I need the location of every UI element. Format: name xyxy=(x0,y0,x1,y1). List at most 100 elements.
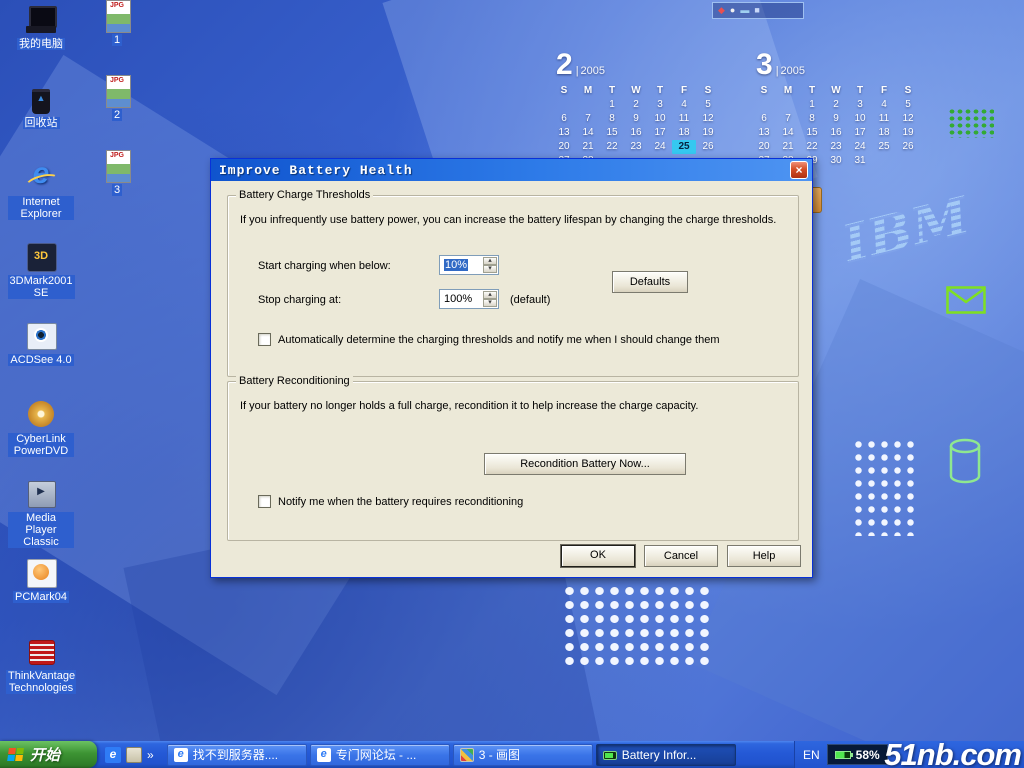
desktop-icon-media-player-classic[interactable]: Media Player Classic xyxy=(8,478,74,557)
auto-determine-checkbox[interactable] xyxy=(258,333,271,346)
show-desktop-icon[interactable] xyxy=(126,747,142,763)
close-icon[interactable]: × xyxy=(790,161,808,179)
desktop-icon-jpg[interactable]: JPG1 xyxy=(88,0,146,75)
desktop-icon-label: ACDSee 4.0 xyxy=(8,354,73,366)
spinner-buttons: ▴ ▾ xyxy=(483,291,497,307)
paint-icon xyxy=(460,748,474,762)
calendar-date: 13 xyxy=(752,126,776,140)
calendar-date: 22 xyxy=(800,140,824,154)
help-button[interactable]: Help xyxy=(727,545,801,567)
taskbar-task-1[interactable]: 找不到服务器.... xyxy=(167,744,307,766)
desktop-icon-recycle-bin[interactable]: 回收站 xyxy=(8,83,74,162)
spin-down-icon[interactable]: ▾ xyxy=(483,299,497,307)
spin-down-icon[interactable]: ▾ xyxy=(483,265,497,273)
jpg-icon: JPG xyxy=(100,75,134,107)
desktop-icon-pcmark[interactable]: PCMark04 xyxy=(8,557,74,636)
defaults-button[interactable]: Defaults xyxy=(612,271,688,293)
task-label: 3 - 画图 xyxy=(479,746,520,763)
calendar-date: 8 xyxy=(800,112,824,126)
calendar-date: 3 xyxy=(648,98,672,112)
taskbar-task-2[interactable]: 专门网论坛 - ... xyxy=(310,744,450,766)
calendar-date: 15 xyxy=(800,126,824,140)
calendar-day-header: T xyxy=(600,84,624,98)
calendar-date: 22 xyxy=(600,140,624,154)
battery-tray-indicator[interactable]: 58% xyxy=(827,744,888,765)
calendar-date: 19 xyxy=(896,126,920,140)
dialog-title: Improve Battery Health xyxy=(219,163,790,178)
jpg-icon: JPG xyxy=(100,150,134,182)
wallpaper-dot-grid xyxy=(562,584,714,670)
calendar-date: 21 xyxy=(776,140,800,154)
thresholds-description: If you infrequently use battery power, y… xyxy=(240,214,792,226)
wallpaper-toolbar-graphic: ◆ ● ▬ ■ xyxy=(712,2,804,19)
calendar-date xyxy=(576,98,600,112)
calendar-date: 3 xyxy=(848,98,872,112)
calendar-date: 17 xyxy=(648,126,672,140)
desktop-icon-label: 3 xyxy=(112,184,122,196)
start-threshold-spinner[interactable]: 10% ▴ ▾ xyxy=(439,255,499,275)
calendar-date: 17 xyxy=(848,126,872,140)
language-indicator[interactable]: EN xyxy=(803,748,820,762)
group-title: Battery Charge Thresholds xyxy=(236,189,373,201)
calendar-date: 1 xyxy=(600,98,624,112)
desktop-icon-3dmark[interactable]: 3DMark2001 SE xyxy=(8,241,74,320)
desktop-icon-label: ThinkVantage Technologies xyxy=(6,670,76,694)
calendar-date: 10 xyxy=(648,112,672,126)
battery-reconditioning-group: Battery Reconditioning If your battery n… xyxy=(227,381,799,541)
powerdvd-icon xyxy=(24,399,58,431)
desktop-icon-internet-explorer[interactable]: Internet Explorer xyxy=(8,162,74,241)
stop-threshold-spinner[interactable]: 100% ▴ ▾ xyxy=(439,289,499,309)
spin-up-icon[interactable]: ▴ xyxy=(483,257,497,265)
start-label: 开始 xyxy=(30,744,60,765)
notify-reconditioning-checkbox[interactable] xyxy=(258,495,271,508)
spin-up-icon[interactable]: ▴ xyxy=(483,291,497,299)
taskbar-task-4[interactable]: Battery Infor... xyxy=(596,744,736,766)
group-title: Battery Reconditioning xyxy=(236,375,353,387)
desktop-icon-jpg[interactable]: JPG2 xyxy=(88,75,146,150)
battery-icon xyxy=(835,751,851,759)
notify-reconditioning-checkbox-row: Notify me when the battery requires reco… xyxy=(258,495,523,508)
desktop-icon-acdsee[interactable]: ACDSee 4.0 xyxy=(8,320,74,399)
calendar-day-header: S xyxy=(752,84,776,98)
square-icon: ■ xyxy=(754,3,759,18)
desktop-icon-thinkvantage[interactable]: ThinkVantage Technologies xyxy=(8,636,74,715)
calendar-day-header: F xyxy=(672,84,696,98)
ibm-logo: IBM xyxy=(837,185,977,275)
quicklaunch-overflow-icon[interactable]: » xyxy=(147,748,154,762)
calendar-date: 9 xyxy=(624,112,648,126)
calendar-date: 30 xyxy=(824,154,848,168)
calendar-date xyxy=(776,98,800,112)
desktop-icon-label: 回收站 xyxy=(23,117,60,129)
taskbar-task-3[interactable]: 3 - 画图 xyxy=(453,744,593,766)
calendar-date: 4 xyxy=(672,98,696,112)
bar-icon: ▬ xyxy=(740,3,749,18)
calendar-day-header: T xyxy=(648,84,672,98)
calendar-date: 8 xyxy=(600,112,624,126)
cancel-button[interactable]: Cancel xyxy=(644,545,718,567)
desktop-icon-label: PCMark04 xyxy=(13,591,69,603)
task-label: 专门网论坛 - ... xyxy=(336,746,417,763)
start-button[interactable]: 开始 xyxy=(0,741,97,768)
calendar-date: 31 xyxy=(848,154,872,168)
recondition-battery-button[interactable]: Recondition Battery Now... xyxy=(484,453,686,475)
desktop-jpg-column: JPG1JPG2JPG 3 xyxy=(88,0,146,225)
desktop-icon-jpg[interactable]: JPG 3 xyxy=(88,150,146,225)
desktop-icon-powerdvd[interactable]: CyberLink PowerDVD xyxy=(8,399,74,478)
calendar-date: 20 xyxy=(552,140,576,154)
ie-quicklaunch-icon[interactable] xyxy=(105,747,121,763)
calendar-day-header: W xyxy=(824,84,848,98)
taskbar: 开始 » 找不到服务器.... 专门网论坛 - ... 3 - 画图 Battery … xyxy=(0,741,1024,768)
calendar-date: 23 xyxy=(824,140,848,154)
calendar-day-header: S xyxy=(696,84,720,98)
calendar-date: 2 xyxy=(824,98,848,112)
calendar-date: 5 xyxy=(696,98,720,112)
wallpaper-calendar-march: 3 2005 SMTWTFS12345678910111213141516171… xyxy=(752,50,920,168)
desktop-icon-my-computer[interactable]: 我的电脑 xyxy=(8,4,74,83)
dialog-titlebar[interactable]: Improve Battery Health × xyxy=(211,159,812,181)
calendar-date: 7 xyxy=(776,112,800,126)
month-number: 3 xyxy=(756,50,773,80)
ok-button[interactable]: OK xyxy=(561,545,635,567)
battery-charge-thresholds-group: Battery Charge Thresholds If you infrequ… xyxy=(227,195,799,377)
desktop-icon-column: 我的电脑回收站 Internet Explorer3DMark2001 SE ACD… xyxy=(8,4,74,715)
calendar-date: 6 xyxy=(752,112,776,126)
